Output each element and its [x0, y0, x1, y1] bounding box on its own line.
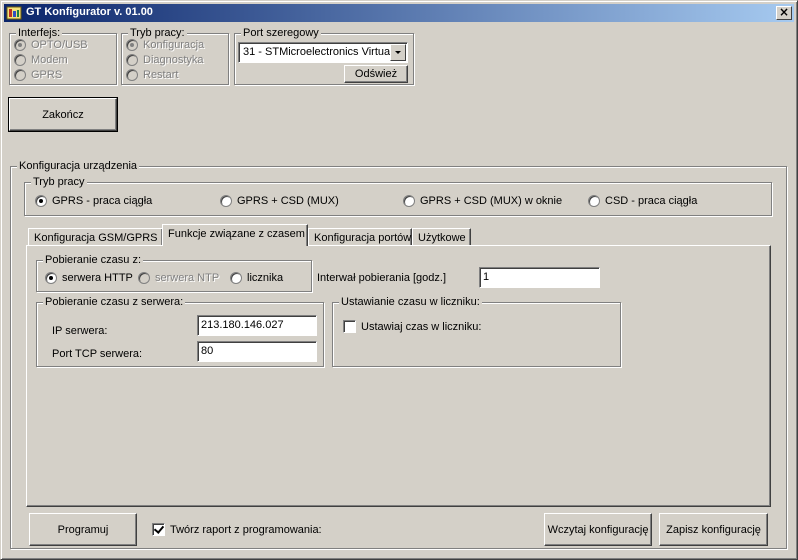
interface-radio-modem[interactable]: Modem: [14, 54, 68, 66]
work-mode-radio-diagnostyka[interactable]: Diagnostyka: [126, 54, 204, 66]
app-icon: [6, 5, 22, 21]
time-functions-panel: Pobieranie czasu z: serwera HTTP serwera…: [26, 245, 771, 507]
time-source-group: Pobieranie czasu z: serwera HTTP serwera…: [36, 254, 312, 292]
radio-indicator: [45, 272, 57, 284]
exit-button[interactable]: Zakończ: [8, 97, 118, 132]
server-ip-input[interactable]: 213.180.146.027: [197, 315, 317, 336]
serial-port-group-title: Port szeregowy: [241, 27, 321, 39]
save-config-button[interactable]: Zapisz konfigurację: [659, 513, 768, 546]
radio-indicator: [14, 69, 26, 81]
time-source-radio-meter[interactable]: licznika: [230, 272, 283, 284]
radio-indicator: [220, 195, 232, 207]
radio-indicator: [126, 69, 138, 81]
meter-time-group: Ustawianie czasu w liczniku: Ustawiaj cz…: [332, 296, 621, 367]
mode-radio-csd-continuous[interactable]: CSD - praca ciągła: [588, 195, 697, 207]
time-source-radio-ntp[interactable]: serwera NTP: [138, 272, 219, 284]
device-mode-group: Tryb pracy GPRS - praca ciągła GPRS + CS…: [24, 176, 772, 216]
app-window: GT Konfigurator v. 01.00 × Interfejs: OP…: [0, 0, 798, 560]
checkbox-indicator: [343, 320, 356, 333]
meter-time-group-title: Ustawianie czasu w liczniku:: [339, 296, 482, 308]
serial-port-value: 31 - STMicroelectronics Virtual: [243, 46, 393, 58]
radio-indicator: [126, 39, 138, 51]
time-server-group-title: Pobieranie czasu z serwera:: [43, 296, 186, 308]
serial-port-select[interactable]: 31 - STMicroelectronics Virtual: [238, 42, 408, 63]
device-config-group: Konfiguracja urządzenia Tryb pracy GPRS …: [10, 160, 787, 549]
device-mode-group-title: Tryb pracy: [31, 176, 87, 188]
close-button[interactable]: ×: [776, 6, 792, 20]
title-bar[interactable]: GT Konfigurator v. 01.00 ×: [4, 4, 794, 22]
time-server-group: Pobieranie czasu z serwera: IP serwera: …: [36, 296, 324, 367]
refresh-button[interactable]: Odśwież: [344, 65, 408, 83]
radio-indicator: [588, 195, 600, 207]
program-button[interactable]: Programuj: [29, 513, 137, 546]
interface-group: Interfejs: OPTO/USB Modem GPRS: [9, 27, 117, 85]
meter-time-checkbox[interactable]: Ustawiaj czas w liczniku:: [343, 320, 481, 333]
mode-radio-gprs-csd-mux-window[interactable]: GPRS + CSD (MUX) w oknie: [403, 195, 562, 207]
interface-radio-gprs[interactable]: GPRS: [14, 69, 62, 81]
mode-radio-gprs-csd-mux[interactable]: GPRS + CSD (MUX): [220, 195, 339, 207]
checkbox-indicator: [152, 523, 165, 536]
radio-indicator: [138, 272, 150, 284]
mode-radio-gprs-continuous[interactable]: GPRS - praca ciągła: [35, 195, 152, 207]
tab-time-functions[interactable]: Funkcje związane z czasem: [162, 224, 308, 246]
interface-radio-opto-usb[interactable]: OPTO/USB: [14, 39, 88, 51]
interface-group-title: Interfejs:: [16, 27, 63, 39]
server-port-input[interactable]: 80: [197, 341, 317, 362]
radio-indicator: [230, 272, 242, 284]
work-mode-radio-konfiguracja[interactable]: Konfiguracja: [126, 39, 204, 51]
radio-indicator: [126, 54, 138, 66]
device-config-group-title: Konfiguracja urządzenia: [17, 160, 140, 172]
window-title: GT Konfigurator v. 01.00: [26, 6, 153, 18]
work-mode-group-title: Tryb pracy:: [128, 27, 187, 39]
close-icon: ×: [778, 5, 790, 19]
radio-indicator: [14, 54, 26, 66]
radio-indicator: [403, 195, 415, 207]
report-checkbox[interactable]: Twórz raport z programowania:: [152, 523, 322, 536]
server-ip-label: IP serwera:: [52, 325, 108, 337]
time-source-radio-http[interactable]: serwera HTTP: [45, 272, 133, 284]
time-source-group-title: Pobieranie czasu z:: [43, 254, 143, 266]
radio-indicator: [14, 39, 26, 51]
load-config-button[interactable]: Wczytaj konfigurację: [544, 513, 652, 546]
interval-input[interactable]: 1: [479, 267, 600, 288]
chevron-down-icon[interactable]: [390, 44, 406, 61]
serial-port-group: Port szeregowy 31 - STMicroelectronics V…: [234, 27, 414, 85]
server-port-label: Port TCP serwera:: [52, 348, 143, 360]
work-mode-radio-restart[interactable]: Restart: [126, 69, 178, 81]
work-mode-group: Tryb pracy: Konfiguracja Diagnostyka Res…: [121, 27, 229, 85]
radio-indicator: [35, 195, 47, 207]
interval-label: Interwał pobierania [godz.]: [317, 272, 447, 284]
